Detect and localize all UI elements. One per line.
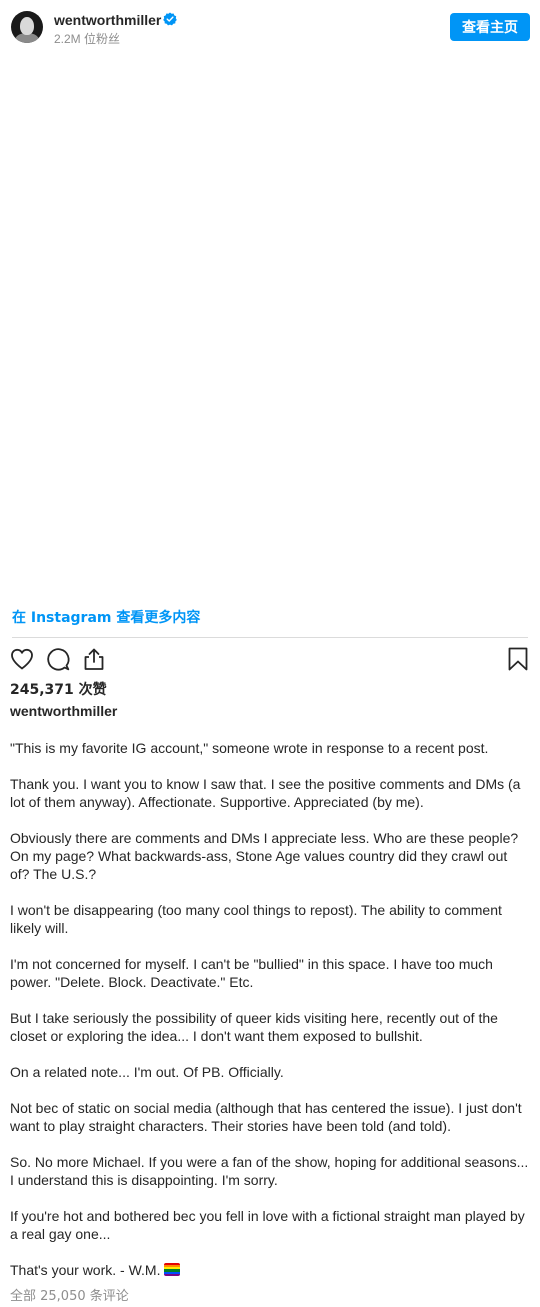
follower-count: 2.2M 位粉丝 (54, 32, 121, 46)
caption-text: "This is my favorite IG account," someon… (10, 739, 530, 1297)
avatar[interactable] (11, 11, 43, 43)
view-profile-button[interactable]: 查看主页 (450, 13, 530, 41)
caption-closing: That's your work. - W.M. (10, 1261, 530, 1279)
comment-icon[interactable] (45, 646, 71, 672)
caption-paragraph: "This is my favorite IG account," someon… (10, 740, 489, 756)
verified-badge-icon (163, 12, 177, 26)
caption-paragraph: I won't be disappearing (too many cool t… (10, 902, 502, 936)
caption-paragraph: So. No more Michael. If you were a fan o… (10, 1154, 529, 1188)
avatar-face (20, 17, 34, 35)
like-count[interactable]: 245,371 次赞 (10, 679, 107, 699)
post-media[interactable] (0, 56, 540, 596)
caption-paragraph: Thank you. I want you to know I saw that… (10, 776, 521, 810)
caption-paragraph: Not bec of static on social media (altho… (10, 1100, 522, 1134)
caption-paragraph: I'm not concerned for myself. I can't be… (10, 956, 493, 990)
caption-paragraph: On a related note... I'm out. Of PB. Off… (10, 1064, 284, 1080)
post-header: wentworthmiller 2.2M 位粉丝 查看主页 (0, 0, 540, 56)
caption-paragraph: But I take seriously the possibility of … (10, 1010, 498, 1044)
bookmark-icon[interactable] (505, 646, 531, 672)
share-icon[interactable] (81, 646, 107, 672)
caption-paragraph: If you're hot and bothered bec you fell … (10, 1208, 525, 1242)
rainbow-flag-icon (164, 1263, 181, 1276)
view-more-link[interactable]: 在 Instagram 查看更多内容 (12, 607, 200, 627)
caption-paragraph: Obviously there are comments and DMs I a… (10, 830, 519, 882)
username[interactable]: wentworthmiller (54, 12, 161, 28)
heart-icon[interactable] (9, 646, 35, 672)
caption-username[interactable]: wentworthmiller (10, 703, 117, 719)
view-comments-link[interactable]: 全部 25,050 条评论 (10, 1285, 129, 1304)
caption-paragraph: That's your work. - W.M. (10, 1262, 161, 1278)
divider (12, 637, 528, 638)
